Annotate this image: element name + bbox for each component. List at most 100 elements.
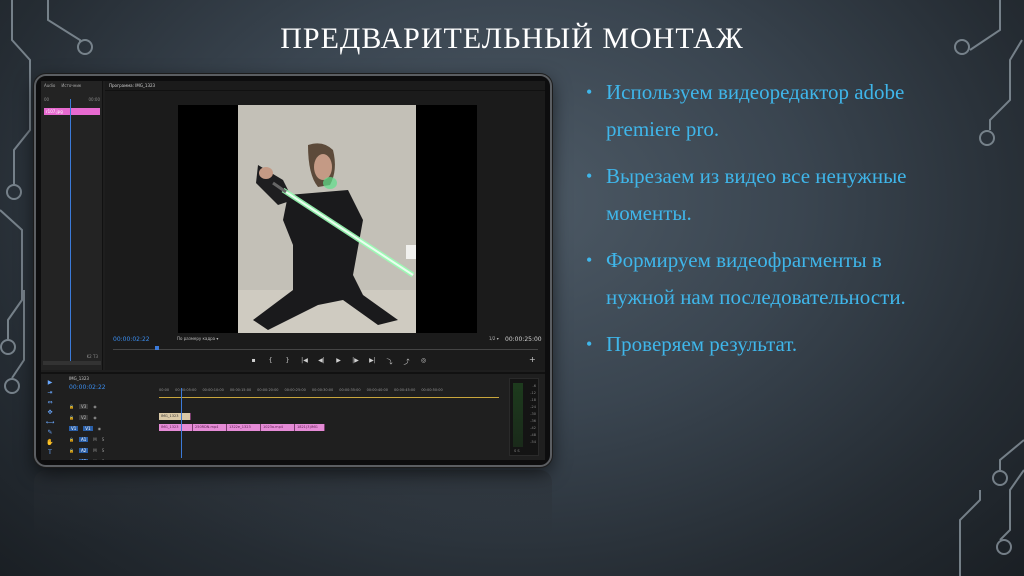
meter-label: -12 [530,391,536,395]
work-area-bar[interactable] [159,397,499,398]
timeline-clip[interactable]: 1023a.mp4 [261,424,295,431]
ruler-tick: 00:00:50:00 [421,388,443,392]
ruler-tick: 00:00:05:00 [175,388,197,392]
add-button-icon[interactable]: + [529,355,536,364]
bullet-item: Формируем видеофрагменты в нужной нам по… [584,242,914,316]
mute-icon[interactable]: M [93,459,96,461]
meter-label: -30 [530,412,536,416]
ripple-edit-tool-icon[interactable]: ⇔ [43,398,57,408]
premiere-screenshot: Audio Источник 00 00:00 r107.jpg K2 T3 П… [41,81,545,460]
source-scrollbar[interactable] [43,361,101,365]
chevron-down-icon: ▾ [216,336,219,341]
step-forward-icon[interactable]: |▶ [352,357,359,366]
track-header-a1[interactable]: 🔒 A1 M S [69,435,159,443]
timeline-ruler[interactable]: 00:00 00:00:05:00 00:00:10:00 00:00:15:0… [159,388,499,396]
meter-footer[interactable]: S S [514,449,520,453]
mark-out-icon[interactable]: } [284,357,291,366]
razor-tool-icon[interactable]: ✥ [43,408,57,418]
track-name: V2 [78,414,89,420]
program-playhead[interactable] [155,346,159,350]
source-ruler: 00 00:00 [41,95,103,103]
slide-title: ПРЕДВАРИТЕЛЬНЫЙ МОНТАЖ [280,22,744,55]
audio-meter: -6 -12 -18 -24 -30 -36 -42 -48 -54 S S [509,378,539,456]
go-to-out-icon[interactable]: ▶| [369,357,376,366]
meter-label: -24 [530,405,536,409]
play-icon[interactable]: ▶ [335,357,342,366]
pen-tool-icon[interactable]: ✎ [43,428,57,438]
ruler-tick: 00:00:35:00 [339,388,361,392]
track-name: A2 [78,447,89,453]
timeline-clip[interactable]: IMG_1323 [159,413,191,420]
track-header-a2[interactable]: 🔒 A2 M S [69,446,159,454]
selection-tool-icon[interactable]: ▶ [43,378,57,388]
tablet-reflection [34,470,552,540]
step-back-icon[interactable]: ◀| [318,357,325,366]
hand-tool-icon[interactable]: ✋ [43,438,57,448]
timeline-clip[interactable]: 1322e_1323 [227,424,261,431]
solo-icon[interactable]: S [102,437,105,442]
go-to-in-icon[interactable]: |◀ [301,357,308,366]
timeline-clip[interactable]: 1821(3)IMG [295,424,325,431]
source-playhead[interactable] [70,99,71,361]
type-tool-icon[interactable]: T [43,448,57,458]
slip-tool-icon[interactable]: ⟷ [43,418,57,428]
ruler-tick: 00:00:20:00 [257,388,279,392]
timeline-clip[interactable]: 250RDN.mp4 [193,424,227,431]
lock-icon[interactable]: 🔒 [69,415,74,420]
track-select-tool-icon[interactable]: ⇥ [43,388,57,398]
bullet-item: Вырезаем из видео все ненужные моменты. [584,158,914,232]
timeline-timecode[interactable]: 00:00:02:22 [69,384,106,391]
transport-controls: ▪ { } |◀ ◀| ▶ |▶ ▶| ⤵ ⤴ ◎ [250,357,427,366]
track-header-v1[interactable]: V1 V1 ◉ [69,424,159,432]
meter-label: -18 [530,398,536,402]
solo-icon[interactable]: S [102,448,105,453]
ruler-tick: 00:00:25:00 [284,388,306,392]
ruler-tick: 00:00:10:00 [202,388,224,392]
track-header-v3[interactable]: 🔒 V3 ◉ [69,402,159,410]
solo-icon[interactable]: S [102,459,105,461]
program-tab[interactable]: Программа: IMG_1323 [105,81,545,91]
program-monitor: Программа: IMG_1323 00:00:02:22 По разме… [105,81,545,370]
source-clip[interactable]: r107.jpg [44,108,100,115]
lift-icon[interactable]: ⤵ [386,357,393,366]
lock-icon[interactable]: 🔒 [69,437,74,442]
mark-in-icon[interactable]: { [267,357,274,366]
timeline-panel: ▶ ⇥ ⇔ ✥ ⟷ ✎ ✋ T IMG_1323 00:00:02:22 00:… [41,372,545,460]
source-footer: K2 T3 [86,354,98,359]
eye-icon[interactable]: ◉ [93,404,97,409]
tab-source[interactable]: Источник [61,83,81,88]
source-patch[interactable]: V1 [69,425,79,431]
timeline-tab[interactable]: IMG_1323 [69,376,89,381]
add-marker-icon[interactable]: ▪ [250,357,257,366]
track-name: A3 [78,458,89,460]
export-frame-icon[interactable]: ◎ [420,357,427,366]
mute-icon[interactable]: M [93,448,96,453]
timeline-clip[interactable]: IMG_1323 [159,424,193,431]
mute-icon[interactable]: M [93,437,96,442]
lock-icon[interactable]: 🔒 [69,448,74,453]
source-time-end: 00:00 [88,97,100,102]
track-header-a3[interactable]: 🔒 A3 M S [69,457,159,460]
track-headers: 🔒V3◉ 🔒V2◉ V1V1◉ 🔒A1MS 🔒A2MS 🔒A3MS [69,402,159,460]
video-viewer [178,105,477,333]
timeline-playhead[interactable] [181,388,182,458]
ruler-tick: 00:00:15:00 [229,388,252,392]
eye-icon[interactable]: ◉ [98,426,102,431]
eye-icon[interactable]: ◉ [93,415,97,420]
program-scrub-bar[interactable] [113,349,538,350]
program-current-timecode[interactable]: 00:00:02:22 [113,336,150,343]
fit-dropdown-label: По размеру кадра [177,336,216,341]
video-frame [238,105,416,333]
meter-label: -54 [530,440,536,444]
tools-panel: ▶ ⇥ ⇔ ✥ ⟷ ✎ ✋ T [43,378,57,458]
extract-icon[interactable]: ⤴ [403,357,410,366]
lock-icon[interactable]: 🔒 [69,404,74,409]
jedi-figure-image [238,105,416,333]
fit-dropdown[interactable]: По размеру кадра ▾ [177,336,218,341]
resolution-dropdown[interactable]: 1/2 ▾ [489,336,499,341]
tab-audio[interactable]: Audio [44,83,55,88]
v1-track-clips: IMG_1323 250RDN.mp4 1322e_1323 1023a.mp4… [159,424,325,431]
track-header-v2[interactable]: 🔒 V2 ◉ [69,413,159,421]
source-panel-tabs: Audio Источник [41,81,102,90]
lock-icon[interactable]: 🔒 [69,459,74,461]
